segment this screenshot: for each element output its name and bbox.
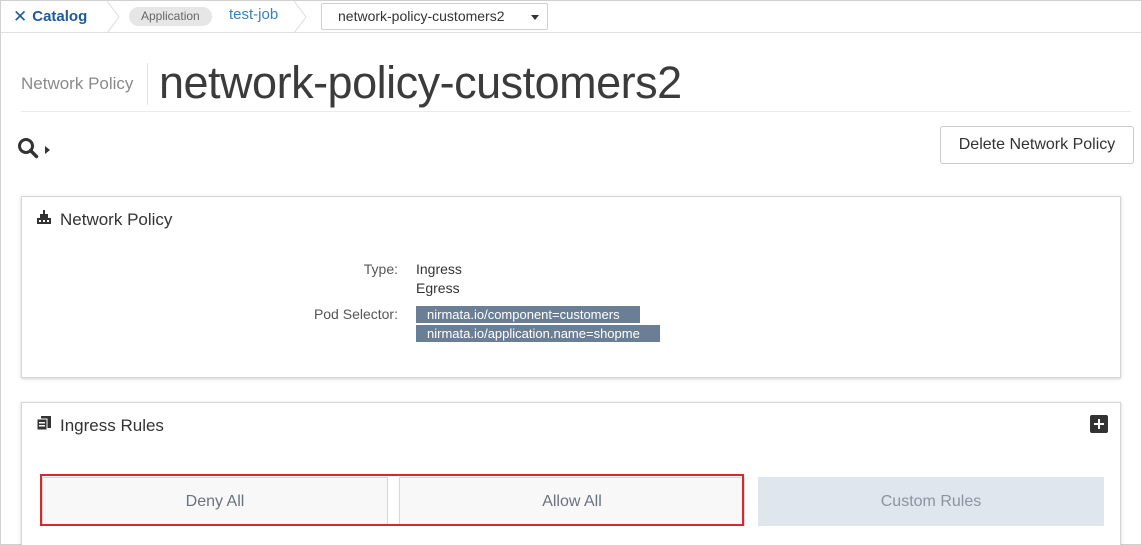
breadcrumb-separator-icon [292, 1, 308, 33]
panel-header: Ingress Rules [36, 415, 164, 436]
type-value: Ingress [416, 261, 462, 277]
catalog-link[interactable]: ✕ Catalog [13, 6, 87, 26]
ingress-rules-panel: Ingress Rules Deny All Allow All Custom … [21, 402, 1121, 545]
type-value: Egress [416, 280, 460, 296]
deny-all-button[interactable]: Deny All [42, 477, 388, 526]
panel-title: Ingress Rules [60, 415, 164, 435]
breadcrumb: ✕ Catalog Application test-job network-p… [1, 1, 1141, 33]
pod-selector-tag: nirmata.io/component=customers [416, 306, 640, 323]
page-title: network-policy-customers2 [159, 57, 682, 108]
plus-square-icon[interactable] [1090, 415, 1108, 433]
job-link[interactable]: test-job [229, 6, 278, 23]
policy-select-value: network-policy-customers2 [338, 8, 505, 24]
catalog-label: Catalog [32, 7, 88, 25]
network-policy-panel: Network Policy Type: Ingress Egress Pod … [21, 196, 1121, 378]
caret-down-icon [531, 15, 539, 20]
heading-divider [21, 111, 1131, 112]
title-divider [147, 63, 148, 105]
policy-select[interactable]: network-policy-customers2 [321, 3, 548, 30]
page-kind-label: Network Policy [21, 74, 134, 93]
pod-selector-label: Pod Selector: [313, 306, 398, 322]
custom-rules-button[interactable]: Custom Rules [758, 477, 1104, 526]
search-toggle[interactable] [17, 137, 51, 164]
caret-right-icon [45, 142, 51, 160]
panel-header: Network Policy [36, 209, 172, 230]
application-badge[interactable]: Application [129, 7, 212, 26]
breadcrumb-separator-icon [105, 1, 121, 33]
network-policy-icon [36, 209, 52, 230]
search-icon [17, 137, 39, 164]
type-label: Type: [363, 261, 398, 277]
ingress-rules-icon [36, 415, 52, 436]
close-x-icon: ✕ [13, 6, 28, 26]
pod-selector-tag: nirmata.io/application.name=shopme [416, 325, 660, 342]
panel-title: Network Policy [60, 209, 173, 229]
allow-all-button[interactable]: Allow All [399, 477, 745, 526]
delete-network-policy-button[interactable]: Delete Network Policy [940, 126, 1134, 164]
